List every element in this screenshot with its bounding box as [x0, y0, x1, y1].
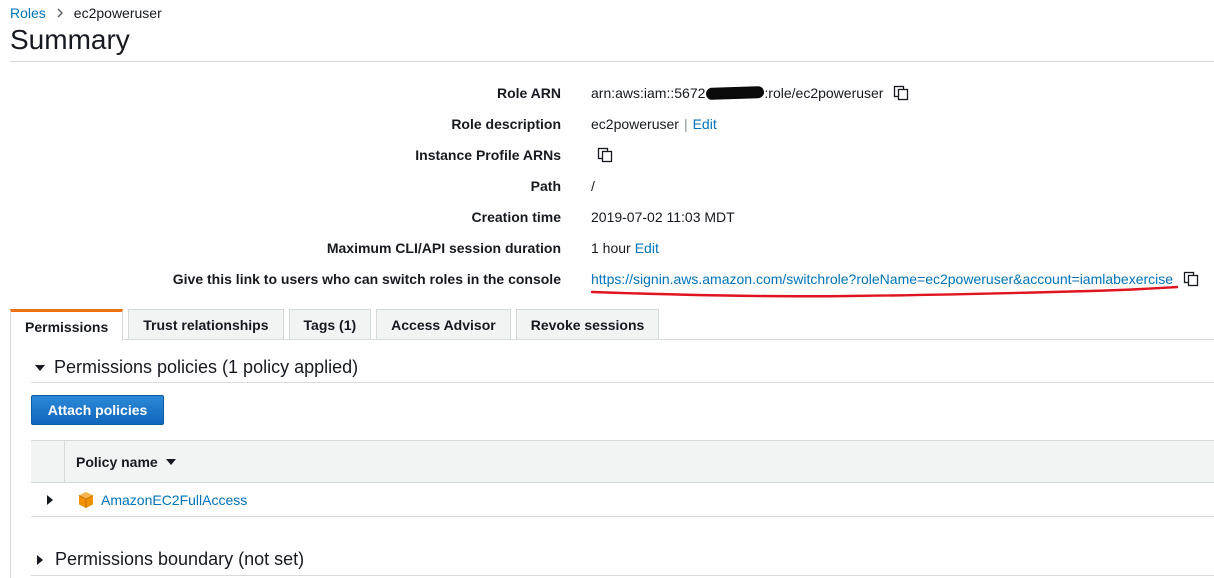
divider: [31, 382, 1214, 383]
breadcrumb: Roles ec2poweruser: [10, 5, 162, 21]
role-tabs: Permissions Trust relationships Tags (1)…: [10, 309, 664, 341]
role-arn-prefix: arn:aws:iam::5672: [591, 85, 706, 101]
tab-revoke-sessions[interactable]: Revoke sessions: [515, 309, 660, 340]
creation-time-label: Creation time: [471, 209, 561, 225]
caret-down-icon: [35, 364, 45, 371]
breadcrumb-roles-link[interactable]: Roles: [10, 5, 46, 21]
max-session-text: 1 hour: [591, 240, 631, 256]
switch-role-label: Give this link to users who can switch r…: [172, 271, 561, 287]
summary-row-path: Path /: [0, 170, 1214, 201]
instance-profile-label: Instance Profile ARNs: [415, 147, 561, 163]
separator: |: [683, 116, 688, 132]
role-arn-suffix: :role/ec2poweruser: [764, 85, 884, 101]
tab-access-advisor[interactable]: Access Advisor: [376, 309, 511, 340]
permissions-policies-heading: Permissions policies (1 policy applied): [54, 357, 359, 377]
permissions-policies-toggle[interactable]: Permissions policies (1 policy applied): [31, 357, 358, 378]
table-row: AmazonEC2FullAccess: [31, 483, 1214, 517]
caret-right-icon: [37, 554, 43, 565]
tab-trust-relationships[interactable]: Trust relationships: [128, 309, 284, 340]
instance-profile-value: [587, 147, 613, 163]
table-header-gutter: [31, 441, 65, 482]
annotation-underline: [590, 285, 1179, 298]
caret-right-icon[interactable]: [47, 494, 53, 505]
chevron-right-icon: [56, 6, 64, 21]
role-arn-label: Role ARN: [496, 85, 561, 101]
tab-tags[interactable]: Tags (1): [288, 309, 372, 340]
attach-policies-button[interactable]: Attach policies: [31, 395, 164, 425]
sort-caret-icon: [165, 458, 176, 465]
breadcrumb-current: ec2poweruser: [73, 5, 162, 21]
copy-icon[interactable]: [1183, 271, 1199, 287]
summary-row-role-description: Role description ec2poweruser | Edit: [0, 108, 1214, 139]
role-description-label: Role description: [451, 116, 561, 132]
column-header-label: Policy name: [76, 453, 158, 470]
divider: [31, 575, 1214, 576]
path-value: /: [591, 178, 595, 194]
creation-time-value: 2019-07-02 11:03 MDT: [591, 209, 735, 225]
divider: [10, 61, 1214, 62]
path-label: Path: [530, 178, 561, 194]
edit-session-duration-link[interactable]: Edit: [635, 240, 659, 256]
redaction-mark: [706, 85, 765, 101]
tab-permissions[interactable]: Permissions: [10, 309, 124, 341]
table-header: Policy name: [31, 440, 1214, 483]
permissions-boundary-heading: Permissions boundary (not set): [55, 549, 305, 569]
role-arn-value: arn:aws:iam::5672 :role/ec2poweruser: [591, 85, 909, 101]
max-session-value: 1 hour Edit: [591, 240, 659, 256]
max-session-label: Maximum CLI/API session duration: [326, 240, 561, 256]
aws-policy-cube-icon: [77, 491, 95, 509]
summary-row-max-session: Maximum CLI/API session duration 1 hour …: [0, 232, 1214, 263]
summary-row-creation-time: Creation time 2019-07-02 11:03 MDT: [0, 201, 1214, 232]
permissions-boundary-toggle[interactable]: Permissions boundary (not set): [31, 549, 304, 570]
column-header-policy-name[interactable]: Policy name: [65, 441, 176, 482]
role-description-value: ec2poweruser | Edit: [591, 116, 717, 132]
summary-row-instance-profile: Instance Profile ARNs: [0, 139, 1214, 170]
role-description-text: ec2poweruser: [591, 116, 679, 132]
policy-name-link[interactable]: AmazonEC2FullAccess: [101, 492, 247, 508]
summary-row-role-arn: Role ARN arn:aws:iam::5672 :role/ec2powe…: [0, 77, 1214, 108]
edit-description-link[interactable]: Edit: [693, 116, 717, 132]
policies-table: Policy name AmazonEC2FullAccess: [31, 440, 1214, 517]
page-title: Summary: [10, 24, 130, 55]
copy-icon[interactable]: [597, 147, 613, 163]
copy-icon[interactable]: [893, 85, 909, 101]
